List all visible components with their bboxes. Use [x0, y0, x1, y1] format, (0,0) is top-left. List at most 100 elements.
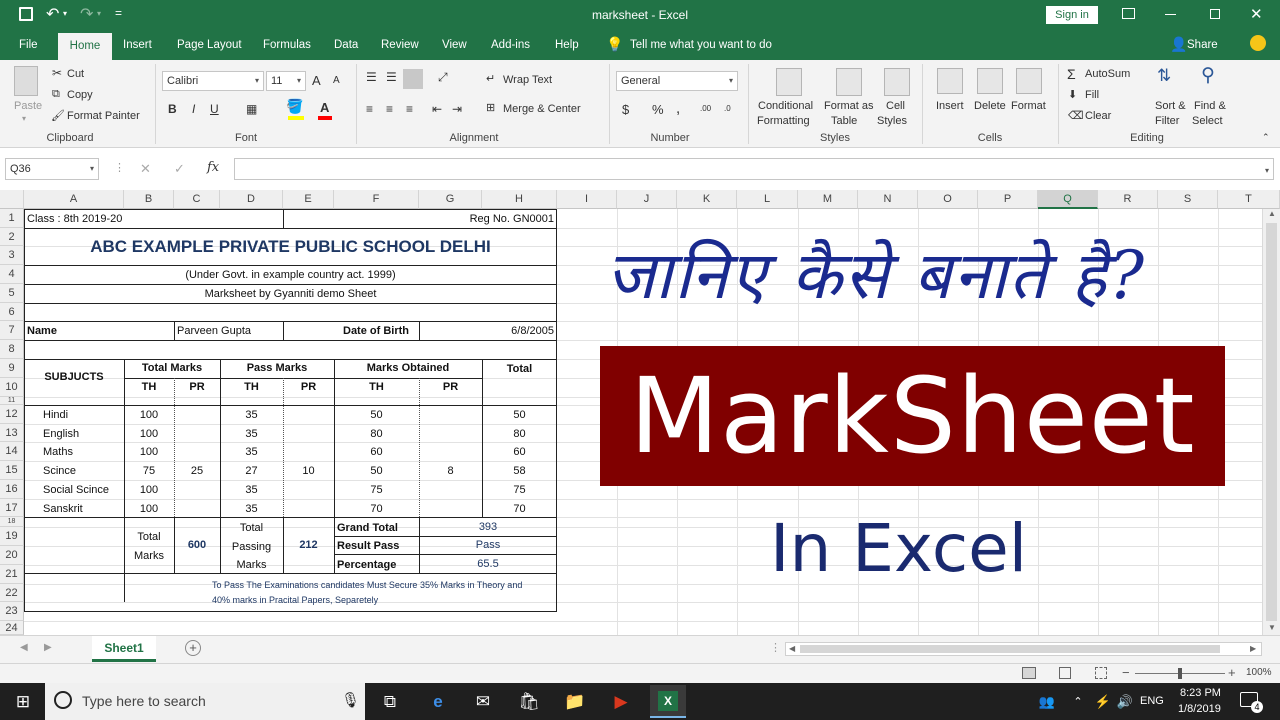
pass-pr-cell[interactable] — [283, 500, 334, 518]
pass-th-cell[interactable]: 35 — [220, 481, 283, 499]
close-icon[interactable]: ✕ — [1250, 5, 1263, 23]
total-pr-cell[interactable] — [174, 481, 220, 499]
cut-button[interactable]: Cut — [67, 68, 84, 80]
currency-button[interactable]: $ — [622, 102, 629, 117]
media-app-icon[interactable]: ▶ — [606, 687, 636, 717]
subjects-header[interactable]: SUBJUCTS — [24, 368, 124, 386]
decrease-indent-icon[interactable]: ⇤ — [432, 102, 442, 116]
smiley-icon[interactable] — [1250, 35, 1266, 51]
row-header[interactable]: 22 — [0, 584, 24, 602]
font-name-select[interactable]: Calibri ▾ — [162, 71, 264, 91]
bottom-align-icon[interactable] — [403, 69, 423, 89]
autosum-icon[interactable]: Σ — [1067, 66, 1076, 82]
find-select-icon[interactable]: ⚲ — [1201, 64, 1215, 87]
paste-button[interactable]: Paste — [14, 100, 42, 112]
people-icon[interactable]: 👥 — [1032, 687, 1062, 717]
collapse-ribbon-icon[interactable]: ⌃ — [1262, 132, 1270, 143]
grow-font-button[interactable]: A — [312, 73, 321, 88]
vertical-scrollbar[interactable]: ▲ ▼ — [1262, 209, 1280, 635]
column-header-d[interactable]: D — [220, 190, 283, 209]
total-th-cell[interactable]: 100 — [124, 443, 174, 461]
percentage-value[interactable]: 65.5 — [419, 555, 557, 573]
row-header[interactable]: 24 — [0, 621, 24, 635]
page-break-preview-icon[interactable] — [1095, 667, 1107, 679]
zoom-slider-thumb[interactable] — [1178, 668, 1182, 679]
subject-total-cell[interactable]: 70 — [482, 500, 557, 518]
row-header[interactable]: 2 — [0, 228, 24, 246]
total-marks-label[interactable]: Total — [124, 528, 174, 546]
next-sheet-icon[interactable]: ▶ — [44, 642, 52, 653]
subject-name-cell[interactable]: Social Scince — [43, 481, 109, 499]
wrap-text-button[interactable]: Wrap Text — [503, 74, 552, 86]
column-header-l[interactable]: L — [737, 190, 798, 209]
copy-icon[interactable]: ⧉ — [52, 88, 60, 101]
maximize-icon[interactable] — [1210, 9, 1220, 19]
row-header[interactable]: 5 — [0, 284, 24, 303]
prev-sheet-icon[interactable]: ◀ — [20, 642, 28, 653]
percent-button[interactable]: % — [652, 102, 664, 117]
conditional-formatting-button[interactable]: Conditional — [758, 100, 813, 112]
column-header-b[interactable]: B — [124, 190, 174, 209]
percentage-label[interactable]: Percentage — [337, 556, 396, 574]
total-th-cell[interactable]: 100 — [124, 406, 174, 424]
total-th-cell[interactable]: 75 — [124, 462, 174, 480]
format-cells-button[interactable]: Format — [1011, 100, 1046, 112]
obtained-th-cell[interactable]: 60 — [334, 443, 419, 461]
sheet-tab-sheet1[interactable]: Sheet1 — [92, 636, 156, 662]
column-header-m[interactable]: M — [798, 190, 858, 209]
pass-th-cell[interactable]: 27 — [220, 462, 283, 480]
fill-button[interactable]: Fill — [1085, 89, 1099, 101]
pass-th-cell[interactable]: 35 — [220, 443, 283, 461]
total-pr-cell[interactable]: 25 — [174, 462, 220, 480]
delete-cells-icon[interactable] — [977, 68, 1003, 94]
font-size-select[interactable]: 11 ▾ — [266, 71, 306, 91]
total-th-cell[interactable]: 100 — [124, 500, 174, 518]
row-header[interactable]: 4 — [0, 265, 24, 284]
total-marks-header[interactable]: Total Marks — [124, 359, 220, 377]
column-header-c[interactable]: C — [174, 190, 220, 209]
increase-decimal-button[interactable]: .00 — [700, 104, 711, 113]
column-header-f[interactable]: F — [334, 190, 419, 209]
column-header-j[interactable]: J — [617, 190, 677, 209]
dob-label-cell[interactable]: Date of Birth — [343, 322, 409, 340]
edge-browser-icon[interactable]: e — [423, 687, 453, 717]
column-header-r[interactable]: R — [1098, 190, 1158, 209]
column-header-p[interactable]: P — [978, 190, 1038, 209]
comma-button[interactable]: , — [676, 100, 680, 117]
find-select-button[interactable]: Find & — [1194, 100, 1226, 112]
column-header-t[interactable]: T — [1218, 190, 1280, 209]
microphone-icon[interactable]: 🎙 — [341, 691, 360, 709]
row-header[interactable]: 9 — [0, 359, 24, 378]
th-header[interactable]: TH — [220, 378, 283, 396]
center-icon[interactable]: ≡ — [386, 102, 393, 116]
tab-help[interactable]: Help — [546, 31, 588, 60]
italic-button[interactable]: I — [192, 102, 195, 116]
govt-act-cell[interactable]: (Under Govt. in example country act. 199… — [24, 266, 557, 284]
fill-color-icon[interactable]: 🪣 — [286, 98, 303, 115]
language-indicator[interactable]: ENG — [1140, 695, 1164, 707]
select-all-corner[interactable] — [0, 190, 24, 209]
autosum-button[interactable]: AutoSum — [1085, 68, 1130, 80]
subject-total-cell[interactable]: 58 — [482, 462, 557, 480]
shrink-font-button[interactable]: A — [333, 75, 340, 86]
zoom-slider[interactable] — [1135, 668, 1225, 679]
windows-start-icon[interactable]: ⊞ — [8, 687, 38, 717]
row-header[interactable]: 23 — [0, 602, 24, 621]
format-as-table-icon[interactable] — [836, 68, 862, 96]
cancel-formula-icon[interactable]: ✕ — [140, 161, 151, 177]
cell-styles-button[interactable]: Cell — [886, 100, 905, 112]
decrease-decimal-button[interactable]: .0 — [724, 104, 731, 113]
hscroll-thumb[interactable] — [800, 645, 1220, 653]
obtained-th-cell[interactable]: 50 — [334, 406, 419, 424]
format-as-table-button[interactable]: Format as — [824, 100, 874, 112]
total-marks-value[interactable]: 600 — [174, 536, 220, 554]
subject-name-cell[interactable]: Sanskrit — [43, 500, 83, 518]
tab-data[interactable]: Data — [325, 31, 367, 60]
subject-name-cell[interactable]: Hindi — [43, 406, 68, 424]
total-header[interactable]: Total — [482, 360, 557, 378]
obtained-pr-cell[interactable] — [419, 425, 482, 443]
merge-center-icon[interactable]: ⊞ — [486, 101, 495, 114]
row-header[interactable]: 20 — [0, 546, 24, 565]
grand-total-value[interactable]: 393 — [419, 518, 557, 536]
sort-filter-button-line2[interactable]: Filter — [1155, 115, 1179, 127]
